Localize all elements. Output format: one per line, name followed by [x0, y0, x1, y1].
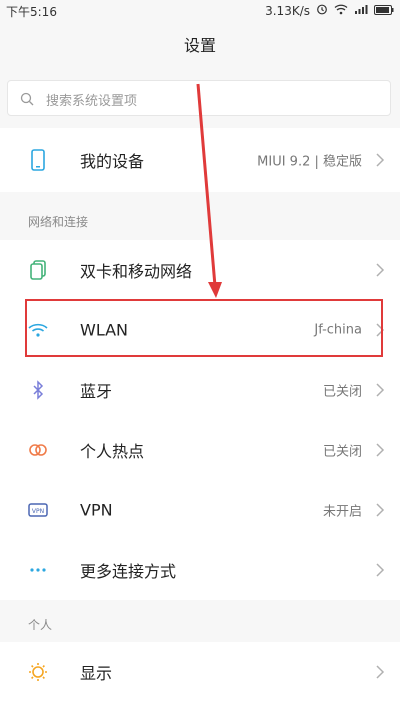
search-placeholder: 搜索系统设置项: [46, 94, 138, 109]
chevron-right-icon: [374, 664, 386, 680]
section-personal-title: 个人: [28, 618, 53, 632]
display-row[interactable]: 显示: [0, 642, 400, 702]
battery-icon: [374, 4, 394, 18]
dual-sim-row[interactable]: 双卡和移动网络: [0, 240, 400, 300]
hotspot-row[interactable]: 个人热点 已关闭: [0, 420, 400, 480]
vpn-row[interactable]: VPN VPN 未开启: [0, 480, 400, 540]
svg-text:VPN: VPN: [32, 508, 44, 515]
alarm-icon: [316, 3, 328, 18]
vpn-value: 未开启: [322, 504, 362, 520]
wlan-value: Jf-china: [314, 322, 362, 338]
personal-card: 显示: [0, 642, 400, 702]
vpn-icon: VPN: [26, 498, 50, 522]
my-device-row[interactable]: 我的设备 MIUI 9.2 | 稳定版: [0, 128, 400, 192]
wlan-row[interactable]: WLAN Jf-china: [0, 300, 400, 360]
sim-card-icon: [26, 258, 50, 282]
bluetooth-icon: [26, 378, 50, 402]
chevron-right-icon: [374, 442, 386, 458]
my-device-value: MIUI 9.2 | 稳定版: [257, 154, 362, 170]
display-label: 显示: [80, 664, 113, 683]
chevron-right-icon: [374, 262, 386, 278]
dual-sim-label: 双卡和移动网络: [80, 262, 193, 281]
status-time: 下午5:16: [6, 5, 57, 19]
page-title: 设置: [183, 36, 216, 55]
status-right: 3.13K/s: [265, 3, 394, 18]
signal-icon: [354, 3, 368, 18]
more-connections-row[interactable]: 更多连接方式: [0, 540, 400, 600]
wifi-icon: [334, 3, 348, 18]
wifi-icon: [26, 318, 50, 342]
chevron-right-icon: [374, 502, 386, 518]
network-card: 双卡和移动网络 WLAN Jf-china 蓝牙 已关闭 个人热点 已关闭 VP…: [0, 240, 400, 600]
my-device-label: 我的设备: [80, 152, 145, 171]
device-card: 我的设备 MIUI 9.2 | 稳定版: [0, 128, 400, 192]
more-icon: [26, 558, 50, 582]
search-input[interactable]: 搜索系统设置项: [7, 80, 391, 116]
phone-icon: [26, 148, 50, 172]
bluetooth-value: 已关闭: [322, 384, 362, 400]
hotspot-value: 已关闭: [322, 444, 362, 460]
more-connections-label: 更多连接方式: [80, 562, 177, 581]
bluetooth-row[interactable]: 蓝牙 已关闭: [0, 360, 400, 420]
chevron-right-icon: [374, 382, 386, 398]
chevron-right-icon: [374, 152, 386, 168]
status-bar: 下午5:16 3.13K/s: [0, 0, 400, 22]
chevron-right-icon: [374, 562, 386, 578]
wlan-label: WLAN: [80, 320, 129, 340]
network-speed: 3.13K/s: [265, 3, 310, 18]
hotspot-icon: [26, 438, 50, 462]
search-icon: [20, 91, 34, 106]
vpn-label: VPN: [80, 500, 113, 520]
chevron-right-icon: [374, 322, 386, 338]
section-network-title: 网络和连接: [28, 215, 89, 229]
display-icon: [26, 660, 50, 684]
hotspot-label: 个人热点: [80, 442, 145, 461]
bluetooth-label: 蓝牙: [80, 382, 113, 401]
